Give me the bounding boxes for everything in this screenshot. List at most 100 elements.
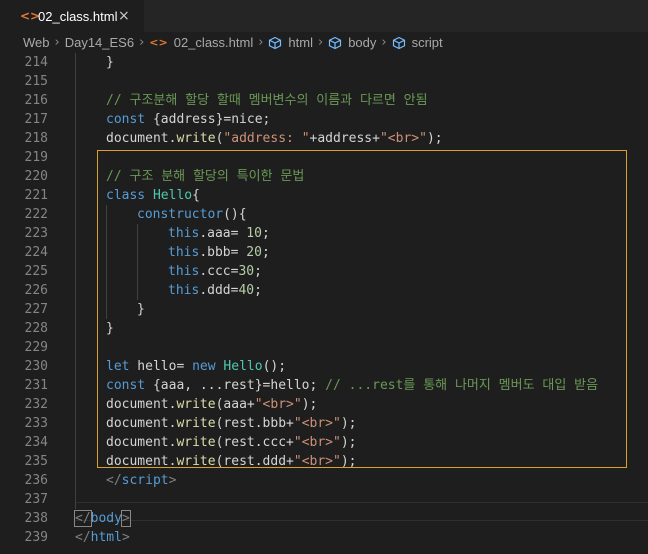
code-token: ); xyxy=(340,416,357,431)
code-line: 235 document.write(rest.ddd+"<br>"); xyxy=(0,452,648,471)
line-number: 238 xyxy=(24,511,48,526)
line-number: 237 xyxy=(24,492,48,507)
breadcrumb-item-html[interactable]: html xyxy=(288,35,313,50)
line-number: 215 xyxy=(24,74,48,89)
line-number: 234 xyxy=(24,435,48,450)
line-number: 230 xyxy=(24,359,48,374)
line-number: 224 xyxy=(24,245,48,260)
code-line: 217 const {address}=nice; xyxy=(0,110,648,129)
code-token: { xyxy=(192,188,200,203)
code-token: script xyxy=(121,473,169,488)
code-token: (aaa+ xyxy=(215,397,255,412)
breadcrumb-item-script[interactable]: script xyxy=(412,35,443,50)
code-token: ; xyxy=(261,226,270,241)
line-number: 216 xyxy=(24,93,48,108)
code-line: 221 class Hello{ xyxy=(0,186,648,205)
code-text: </html> xyxy=(75,528,130,547)
breadcrumb-item-file[interactable]: 02_class.html xyxy=(174,35,253,50)
breadcrumb-item-day14-es6[interactable]: Day14_ES6 xyxy=(65,35,134,50)
code-line: 232 document.write(aaa+"<br>"); xyxy=(0,395,648,414)
code-text: class Hello{ xyxy=(106,186,200,205)
breadcrumb-item-body[interactable]: body xyxy=(348,35,376,50)
code-token: // 구조분해 할당 할때 멤버변수의 이름과 다르면 안됨 xyxy=(106,93,428,108)
code-token: {address}=nice; xyxy=(145,112,271,127)
code-token: constructor xyxy=(137,207,224,222)
code-token: 20 xyxy=(246,245,262,260)
line-number: 233 xyxy=(24,416,48,431)
code-token: 40 xyxy=(238,283,255,298)
tab-02-class-html[interactable]: <> 02_class.html × xyxy=(0,0,144,32)
html-file-icon: <> xyxy=(20,9,41,23)
code-token: .bbb= xyxy=(199,245,247,260)
line-number: 226 xyxy=(24,283,48,298)
line-number: 227 xyxy=(24,302,48,317)
line-number: 222 xyxy=(24,207,48,222)
code-text: let hello= new Hello(); xyxy=(106,357,286,376)
code-editor[interactable]: 214} 215 216 // 구조분해 할당 할때 멤버변수의 이름과 다르면 안됨… xyxy=(0,53,648,554)
code-token: } xyxy=(106,55,114,70)
code-line: 220 // 구조 분해 할당의 특이한 문법 xyxy=(0,167,648,186)
breadcrumb-item-web[interactable]: Web xyxy=(23,35,50,50)
code-token: new xyxy=(192,359,216,374)
code-text: const {address}=nice; xyxy=(106,110,270,129)
code-token: ); xyxy=(340,435,357,450)
code-text: </script> xyxy=(106,471,176,490)
code-token: this xyxy=(168,264,200,279)
symbol-element-icon xyxy=(392,36,405,49)
line-number: 219 xyxy=(24,150,48,165)
code-text: this.ccc=30; xyxy=(168,262,262,281)
code-token: ); xyxy=(340,454,357,469)
code-token: </ xyxy=(74,510,92,527)
tab-label: 02_class.html xyxy=(38,8,118,24)
code-token: {aaa, ...rest}=hello; xyxy=(145,378,326,393)
line-number: 239 xyxy=(24,530,48,545)
code-token: (){ xyxy=(223,207,247,222)
code-token: const xyxy=(106,378,146,393)
code-text: this.aaa= 10; xyxy=(168,224,270,243)
html-file-icon: <> xyxy=(149,36,168,49)
code-text: this.bbb= 20; xyxy=(168,243,270,262)
code-token: ); xyxy=(426,131,443,146)
code-line: 223 this.aaa= 10; xyxy=(0,224,648,243)
code-token: (rest.ccc+ xyxy=(215,435,294,450)
code-text: </body> xyxy=(74,509,131,528)
code-line: 238 </body> xyxy=(0,509,648,528)
code-token: ); xyxy=(301,397,318,412)
code-text: document.write(rest.ccc+"<br>"); xyxy=(106,433,357,452)
code-line: 239 </html> xyxy=(0,528,648,547)
code-token: } xyxy=(106,321,114,336)
code-text: this.ddd=40; xyxy=(168,281,262,300)
line-number: 228 xyxy=(24,321,48,336)
code-token: (rest.bbb+ xyxy=(215,416,294,431)
chevron-right-icon: › xyxy=(139,35,145,50)
code-token: document. xyxy=(106,397,177,412)
code-text: } xyxy=(106,319,114,338)
code-line: 233 document.write(rest.bbb+"<br>"); xyxy=(0,414,648,433)
code-token: // ...rest를 통해 나머지 멤버도 대입 받음 xyxy=(325,378,599,393)
code-token: (); xyxy=(262,359,287,374)
code-line: 219 xyxy=(0,148,648,167)
line-number: 235 xyxy=(24,454,48,469)
code-line: 222 constructor(){ xyxy=(0,205,648,224)
code-token: // 구조 분해 할당의 특이한 문법 xyxy=(106,169,305,184)
code-token: "<br>" xyxy=(293,435,341,450)
line-number: 221 xyxy=(24,188,48,203)
code-line: 237 xyxy=(0,490,648,509)
code-token: this xyxy=(168,245,200,260)
code-line: 215 xyxy=(0,72,648,91)
code-token: const xyxy=(106,112,146,127)
code-line: 216 // 구조분해 할당 할때 멤버변수의 이름과 다르면 안됨 xyxy=(0,91,648,110)
code-token: ; xyxy=(254,283,262,298)
close-icon[interactable]: × xyxy=(118,8,130,24)
breadcrumb: Web › Day14_ES6 › <> 02_class.html › htm… xyxy=(0,32,648,53)
code-token: 10 xyxy=(246,226,262,241)
code-token: this xyxy=(168,283,200,298)
code-text: document.write(rest.ddd+"<br>"); xyxy=(106,452,357,471)
code-text: // 구조분해 할당 할때 멤버변수의 이름과 다르면 안됨 xyxy=(106,91,428,110)
code-text: } xyxy=(106,53,114,72)
line-number: 232 xyxy=(24,397,48,412)
code-line: 229 xyxy=(0,338,648,357)
symbol-element-icon xyxy=(269,36,282,49)
code-token: document. xyxy=(106,416,177,431)
